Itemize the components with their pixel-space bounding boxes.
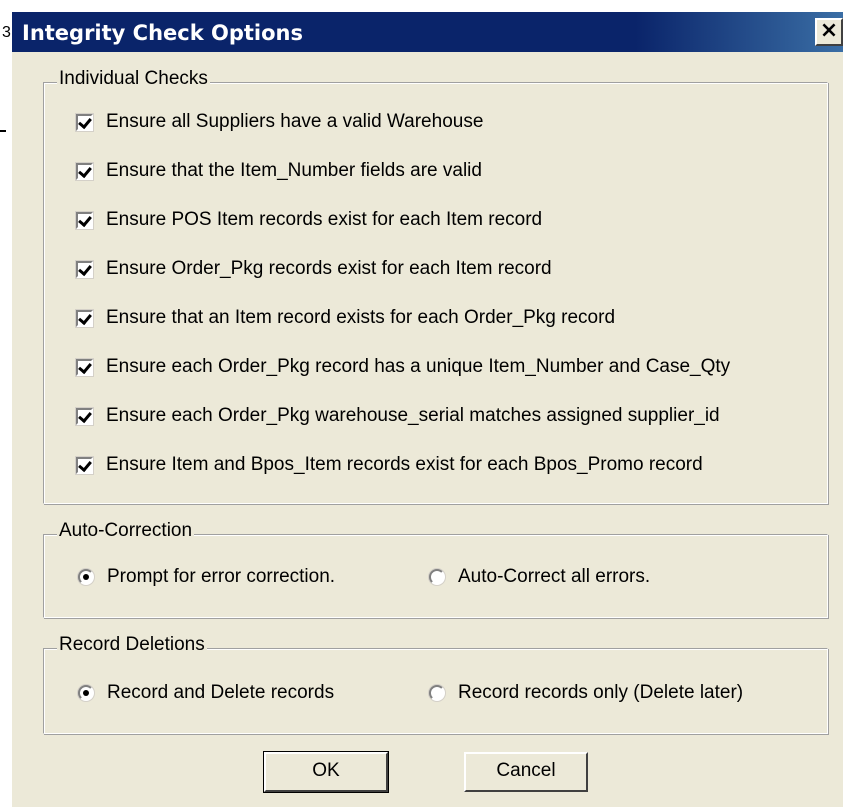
check-row-suppliers-warehouse[interactable]: Ensure all Suppliers have a valid Wareho… (75, 111, 484, 133)
radio-row-auto-correct-all[interactable]: Auto-Correct all errors. (429, 566, 650, 588)
check-row-bpos-promo[interactable]: Ensure Item and Bpos_Item records exist … (75, 454, 703, 476)
cancel-button[interactable]: Cancel (464, 752, 588, 792)
check-item-for-order-pkg-label: Ensure that an Item record exists for ea… (106, 307, 616, 328)
check-row-unique-item-case-qty[interactable]: Ensure each Order_Pkg record has a uniqu… (75, 356, 731, 378)
auto-correction-label: Auto-Correction (57, 520, 195, 542)
background-fragment-text: 3 (2, 24, 11, 41)
radio-row-record-and-delete[interactable]: Record and Delete records (78, 682, 334, 704)
check-row-order-pkg-records[interactable]: Ensure Order_Pkg records exist for each … (75, 258, 552, 280)
check-pos-item-records-label: Ensure POS Item records exist for each I… (106, 209, 543, 230)
close-icon: × (819, 18, 839, 43)
prompt-correction-label: Prompt for error correction. (107, 566, 336, 587)
check-item-for-order-pkg-checkbox[interactable] (75, 308, 94, 328)
close-button[interactable]: × (815, 18, 843, 46)
check-unique-item-case-qty-label: Ensure each Order_Pkg record has a uniqu… (106, 356, 731, 377)
check-bpos-promo-label: Ensure Item and Bpos_Item records exist … (106, 454, 703, 475)
radio-row-prompt-correction[interactable]: Prompt for error correction. (78, 566, 335, 588)
record-and-delete-label: Record and Delete records (107, 682, 335, 703)
record-only-label: Record records only (Delete later) (458, 682, 744, 703)
record-deletions-label: Record Deletions (57, 634, 207, 656)
background-fragment-line (0, 130, 6, 132)
individual-checks-group (43, 82, 828, 504)
check-pos-item-records-checkbox[interactable] (75, 210, 94, 230)
check-row-pos-item-records[interactable]: Ensure POS Item records exist for each I… (75, 209, 543, 231)
check-unique-item-case-qty-checkbox[interactable] (75, 357, 94, 377)
prompt-correction-radio[interactable] (78, 569, 94, 585)
record-only-radio[interactable] (429, 685, 445, 701)
check-row-item-for-order-pkg[interactable]: Ensure that an Item record exists for ea… (75, 307, 616, 329)
ok-button[interactable]: OK (263, 751, 389, 793)
check-bpos-promo-checkbox[interactable] (75, 455, 94, 475)
check-warehouse-serial-checkbox[interactable] (75, 406, 94, 426)
auto-correct-all-label: Auto-Correct all errors. (458, 566, 651, 587)
integrity-check-options-dialog: Integrity Check Options × Individual Che… (12, 12, 843, 807)
check-row-item-number-valid[interactable]: Ensure that the Item_Number fields are v… (75, 160, 482, 182)
check-order-pkg-records-label: Ensure Order_Pkg records exist for each … (106, 258, 552, 279)
auto-correct-all-radio[interactable] (429, 569, 445, 585)
radio-row-record-only[interactable]: Record records only (Delete later) (429, 682, 743, 704)
check-row-warehouse-serial[interactable]: Ensure each Order_Pkg warehouse_serial m… (75, 405, 720, 427)
check-order-pkg-records-checkbox[interactable] (75, 259, 94, 279)
title-bar[interactable]: Integrity Check Options × (12, 12, 843, 52)
record-and-delete-radio[interactable] (78, 685, 94, 701)
check-suppliers-warehouse-label: Ensure all Suppliers have a valid Wareho… (106, 111, 484, 132)
dialog-title: Integrity Check Options (22, 21, 303, 45)
check-suppliers-warehouse-checkbox[interactable] (75, 112, 94, 132)
check-item-number-valid-checkbox[interactable] (75, 161, 94, 181)
check-item-number-valid-label: Ensure that the Item_Number fields are v… (106, 160, 482, 181)
individual-checks-label: Individual Checks (57, 68, 210, 90)
check-warehouse-serial-label: Ensure each Order_Pkg warehouse_serial m… (106, 405, 720, 426)
